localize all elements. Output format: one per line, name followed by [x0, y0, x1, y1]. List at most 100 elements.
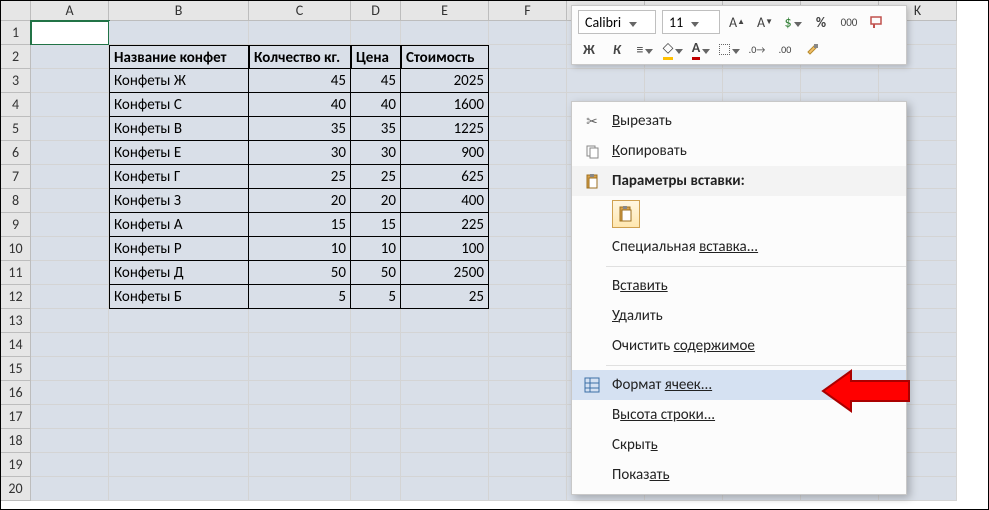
cell[interactable]	[109, 357, 249, 381]
cell[interactable]	[249, 21, 351, 45]
accounting-format-icon[interactable]: $	[782, 11, 804, 33]
column-header[interactable]: A	[31, 1, 109, 21]
cell[interactable]	[31, 141, 109, 165]
cell[interactable]	[31, 453, 109, 477]
cell[interactable]: 1600	[401, 93, 489, 117]
cell[interactable]	[489, 357, 567, 381]
row-header[interactable]: 10	[1, 237, 31, 261]
cell[interactable]	[31, 309, 109, 333]
cm-show[interactable]: Показать	[572, 460, 906, 490]
row-header[interactable]: 12	[1, 285, 31, 309]
cell[interactable]	[31, 261, 109, 285]
cell[interactable]	[489, 117, 567, 141]
row-header[interactable]: 5	[1, 117, 31, 141]
paste-option-default[interactable]	[612, 200, 640, 228]
select-all-corner[interactable]	[1, 1, 31, 21]
cell[interactable]: 35	[249, 117, 351, 141]
row-header[interactable]: 9	[1, 213, 31, 237]
cell[interactable]: Цена	[351, 45, 401, 69]
row-header[interactable]: 3	[1, 69, 31, 93]
row-header[interactable]: 6	[1, 141, 31, 165]
cell[interactable]	[489, 165, 567, 189]
cell[interactable]	[31, 477, 109, 501]
cell[interactable]: Стоимость	[401, 45, 489, 69]
decrease-font-icon[interactable]: A▼	[754, 11, 776, 33]
cell[interactable]	[489, 309, 567, 333]
cell[interactable]	[801, 69, 879, 93]
cm-hide[interactable]: Скрыть	[572, 430, 906, 460]
cell[interactable]	[249, 333, 351, 357]
cm-cut[interactable]: ✂ Вырезать	[572, 106, 906, 136]
cell[interactable]: 2025	[401, 69, 489, 93]
cell[interactable]	[489, 405, 567, 429]
cell[interactable]	[351, 429, 401, 453]
cm-clear-contents[interactable]: Очистить содержимое	[572, 331, 906, 361]
cell[interactable]	[489, 453, 567, 477]
font-color-icon[interactable]: A	[690, 38, 712, 60]
cell[interactable]	[31, 285, 109, 309]
cell[interactable]	[351, 453, 401, 477]
cell[interactable]: 50	[249, 261, 351, 285]
cell[interactable]	[31, 189, 109, 213]
cell[interactable]	[31, 165, 109, 189]
cell[interactable]	[489, 189, 567, 213]
cell[interactable]: Колчество кг.	[249, 45, 351, 69]
cell[interactable]	[489, 429, 567, 453]
cm-insert[interactable]: Вставить	[572, 271, 906, 301]
cell[interactable]	[489, 141, 567, 165]
cell[interactable]	[31, 429, 109, 453]
cell[interactable]	[489, 261, 567, 285]
cell[interactable]	[351, 309, 401, 333]
column-header[interactable]: D	[351, 1, 401, 21]
cell[interactable]	[401, 453, 489, 477]
cell[interactable]: 30	[249, 141, 351, 165]
row-header[interactable]: 1	[1, 21, 31, 45]
cell[interactable]	[109, 429, 249, 453]
row-header[interactable]: 11	[1, 261, 31, 285]
row-header[interactable]: 16	[1, 381, 31, 405]
comma-format-icon[interactable]: 000	[838, 11, 860, 33]
cell[interactable]: 10	[249, 237, 351, 261]
cell[interactable]	[109, 21, 249, 45]
column-header[interactable]: F	[489, 1, 567, 21]
cm-copy[interactable]: Копировать	[572, 136, 906, 166]
percent-format-icon[interactable]: %	[810, 11, 832, 33]
cell[interactable]	[109, 453, 249, 477]
bold-button[interactable]: Ж	[578, 38, 600, 60]
cell[interactable]: 2500	[401, 261, 489, 285]
cell[interactable]	[489, 213, 567, 237]
cell[interactable]: 45	[351, 69, 401, 93]
row-header[interactable]: 19	[1, 453, 31, 477]
align-icon[interactable]: ≡	[634, 38, 656, 60]
row-header[interactable]: 8	[1, 189, 31, 213]
cell[interactable]: 225	[401, 213, 489, 237]
cell[interactable]	[109, 477, 249, 501]
cell[interactable]	[351, 333, 401, 357]
cell[interactable]	[31, 357, 109, 381]
cell[interactable]	[567, 69, 645, 93]
cell[interactable]	[489, 237, 567, 261]
cell[interactable]: 20	[351, 189, 401, 213]
cell[interactable]	[249, 453, 351, 477]
cell[interactable]: Конфеты Б	[109, 285, 249, 309]
cell[interactable]	[109, 405, 249, 429]
cell[interactable]: Конфеты А	[109, 213, 249, 237]
increase-font-icon[interactable]: A▲	[726, 11, 748, 33]
cell[interactable]	[489, 285, 567, 309]
cell[interactable]: Конфеты Р	[109, 237, 249, 261]
cell[interactable]	[401, 381, 489, 405]
cell[interactable]	[249, 381, 351, 405]
cell[interactable]	[31, 117, 109, 141]
cell[interactable]	[489, 21, 567, 45]
borders-icon[interactable]	[718, 38, 740, 60]
cell[interactable]	[401, 21, 489, 45]
cell[interactable]	[401, 333, 489, 357]
font-select[interactable]: Calibri	[578, 10, 656, 34]
cell[interactable]: 15	[249, 213, 351, 237]
column-header[interactable]: E	[401, 1, 489, 21]
cell[interactable]: 40	[249, 93, 351, 117]
cell[interactable]	[31, 21, 109, 45]
cell[interactable]	[31, 381, 109, 405]
row-header[interactable]: 15	[1, 357, 31, 381]
cm-paste-special[interactable]: Специальная вставка...	[572, 232, 906, 262]
